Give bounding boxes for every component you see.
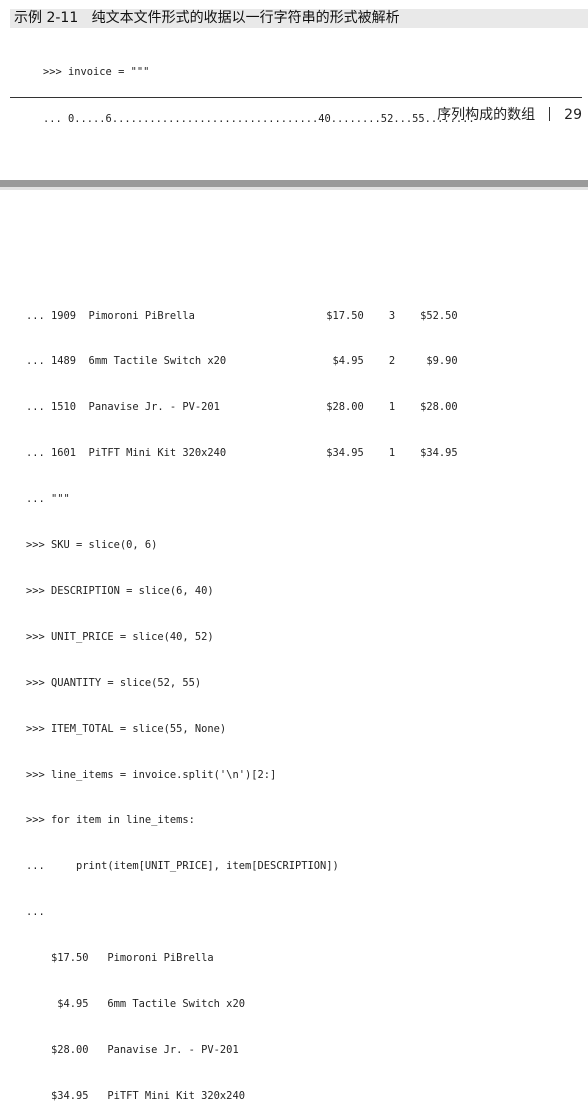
code-line: >>> UNIT_PRICE = slice(40, 52) [26,630,214,643]
code-line: $34.95 PiTFT Mini Kit 320x240 [26,1089,245,1102]
page-break-bar [0,180,588,187]
footer-separator [549,107,551,121]
code-line: ... 1909 Pimoroni PiBrella $17.50 3 $52.… [26,309,458,322]
code-line: >>> ITEM_TOTAL = slice(55, None) [26,722,227,735]
code-line: ... print(item[UNIT_PRICE], item[DESCRIP… [26,860,339,873]
code-line: >>> DESCRIPTION = slice(6, 40) [26,584,214,597]
code-block-top: >>> invoice = """ ... 0.....6...........… [43,32,475,143]
example-caption: 示例 2-11 纯文本文件形式的收据以一行字符串的形式被解析 [14,10,400,26]
code-line: >>> QUANTITY = slice(52, 55) [26,676,202,689]
page-break-shadow [0,187,588,190]
code-line: ... """ [26,493,70,506]
page-footer-rule [10,97,582,98]
code-line: >>> line_items = invoice.split('\n')[2:] [26,768,277,781]
code-line: >>> invoice = """ [43,66,150,78]
code-line: $17.50 Pimoroni PiBrella [26,952,214,965]
code-line: $4.95 6mm Tactile Switch x20 [26,997,245,1010]
code-line: $28.00 Panavise Jr. - PV-201 [26,1043,239,1056]
code-block-bottom: ... 1909 Pimoroni PiBrella $17.50 3 $52.… [26,278,458,1110]
code-line: >>> for item in line_items: [26,814,195,827]
code-line: ... 0.....6.............................… [43,113,475,126]
page-number: 29 [564,107,582,123]
code-line: ... 1510 Panavise Jr. - PV-201 $28.00 1 … [26,401,458,414]
code-line: ... 1489 6mm Tactile Switch x20 $4.95 2 … [26,355,458,368]
code-line: ... [26,906,45,919]
code-line: >>> SKU = slice(0, 6) [26,539,158,552]
code-line: ... 1601 PiTFT Mini Kit 320x240 $34.95 1… [26,447,458,460]
page-footer: 序列构成的数组 29 [437,104,582,124]
section-title: 序列构成的数组 [437,107,536,123]
